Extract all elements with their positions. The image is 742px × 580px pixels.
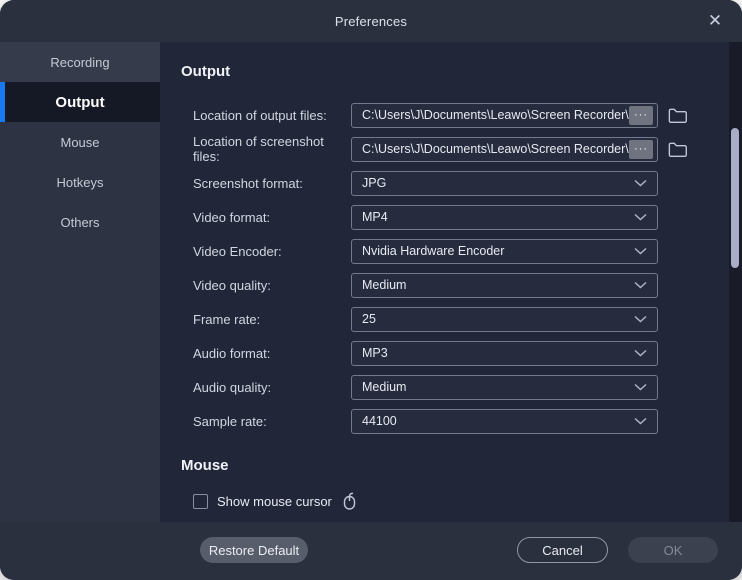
video-format-row: Video format: MP4 [160, 200, 742, 234]
restore-default-button[interactable]: Restore Default [200, 537, 308, 563]
select-value: 44100 [362, 414, 626, 428]
field-label: Location of screenshot files: [193, 134, 351, 164]
screenshot-location-row: Location of screenshot files: C:\Users\J… [160, 132, 742, 166]
open-folder-button[interactable] [667, 139, 689, 159]
select-value: Nvidia Hardware Encoder [362, 244, 626, 258]
audio-format-row: Audio format: MP3 [160, 336, 742, 370]
frame-rate-select[interactable]: 25 [351, 307, 658, 332]
select-value: JPG [362, 176, 626, 190]
ok-button[interactable]: OK [628, 537, 718, 563]
chevron-down-icon [634, 213, 647, 221]
sidebar: Recording Output Mouse Hotkeys Others [0, 42, 160, 522]
screenshot-location-input[interactable]: C:\Users\J\Documents\Leawo\Screen Record… [351, 137, 658, 162]
browse-ellipsis-button[interactable]: ··· [629, 140, 653, 159]
path-value: C:\Users\J\Documents\Leawo\Screen Record… [362, 108, 629, 122]
chevron-down-icon [634, 281, 647, 289]
scrollbar-thumb[interactable] [731, 128, 739, 268]
footer-bar: Restore Default Cancel OK [0, 522, 742, 580]
field-label: Video Encoder: [193, 244, 351, 259]
video-quality-select[interactable]: Medium [351, 273, 658, 298]
mouse-icon [342, 492, 357, 510]
field-label: Video format: [193, 210, 351, 225]
video-format-select[interactable]: MP4 [351, 205, 658, 230]
field-label: Audio quality: [193, 380, 351, 395]
field-label: Location of output files: [193, 108, 351, 123]
dialog-title: Preferences [335, 14, 407, 29]
chevron-down-icon [634, 247, 647, 255]
show-mouse-cursor-checkbox[interactable] [193, 494, 208, 509]
select-value: 25 [362, 312, 626, 326]
video-encoder-row: Video Encoder: Nvidia Hardware Encoder [160, 234, 742, 268]
output-location-row: Location of output files: C:\Users\J\Doc… [160, 98, 742, 132]
video-encoder-select[interactable]: Nvidia Hardware Encoder [351, 239, 658, 264]
output-section-heading: Output [181, 62, 742, 82]
chevron-down-icon [634, 179, 647, 187]
open-folder-button[interactable] [667, 105, 689, 125]
select-value: MP4 [362, 210, 626, 224]
screenshot-format-select[interactable]: JPG [351, 171, 658, 196]
field-label: Audio format: [193, 346, 351, 361]
screenshot-format-row: Screenshot format: JPG [160, 166, 742, 200]
sample-rate-select[interactable]: 44100 [351, 409, 658, 434]
field-label: Sample rate: [193, 414, 351, 429]
path-value: C:\Users\J\Documents\Leawo\Screen Record… [362, 142, 629, 156]
output-location-input[interactable]: C:\Users\J\Documents\Leawo\Screen Record… [351, 103, 658, 128]
select-value: Medium [362, 278, 626, 292]
select-value: Medium [362, 380, 626, 394]
cancel-button[interactable]: Cancel [517, 537, 608, 563]
sidebar-item-hotkeys[interactable]: Hotkeys [0, 162, 160, 202]
field-label: Frame rate: [193, 312, 351, 327]
sidebar-item-output[interactable]: Output [0, 82, 160, 122]
chevron-down-icon [634, 349, 647, 357]
frame-rate-row: Frame rate: 25 [160, 302, 742, 336]
video-quality-row: Video quality: Medium [160, 268, 742, 302]
titlebar: Preferences ✕ [0, 0, 742, 42]
sidebar-item-others[interactable]: Others [0, 202, 160, 242]
sidebar-item-recording[interactable]: Recording [0, 42, 160, 82]
show-mouse-cursor-row: Show mouse cursor [193, 492, 742, 510]
audio-quality-row: Audio quality: Medium [160, 370, 742, 404]
settings-panel: Output Location of output files: C:\User… [160, 42, 742, 522]
mouse-section-heading: Mouse [181, 456, 742, 476]
output-form: Location of output files: C:\Users\J\Doc… [160, 98, 742, 438]
field-label: Screenshot format: [193, 176, 351, 191]
sidebar-item-mouse[interactable]: Mouse [0, 122, 160, 162]
audio-quality-select[interactable]: Medium [351, 375, 658, 400]
scrollbar-track[interactable] [729, 42, 742, 522]
audio-format-select[interactable]: MP3 [351, 341, 658, 366]
chevron-down-icon [634, 383, 647, 391]
select-value: MP3 [362, 346, 626, 360]
checkbox-label: Show mouse cursor [217, 494, 332, 509]
sample-rate-row: Sample rate: 44100 [160, 404, 742, 438]
chevron-down-icon [634, 417, 647, 425]
folder-icon [667, 139, 689, 159]
field-label: Video quality: [193, 278, 351, 293]
preferences-dialog: Preferences ✕ Recording Output Mouse Hot… [0, 0, 742, 580]
chevron-down-icon [634, 315, 647, 323]
folder-icon [667, 105, 689, 125]
browse-ellipsis-button[interactable]: ··· [629, 106, 653, 125]
close-icon[interactable]: ✕ [702, 8, 728, 34]
